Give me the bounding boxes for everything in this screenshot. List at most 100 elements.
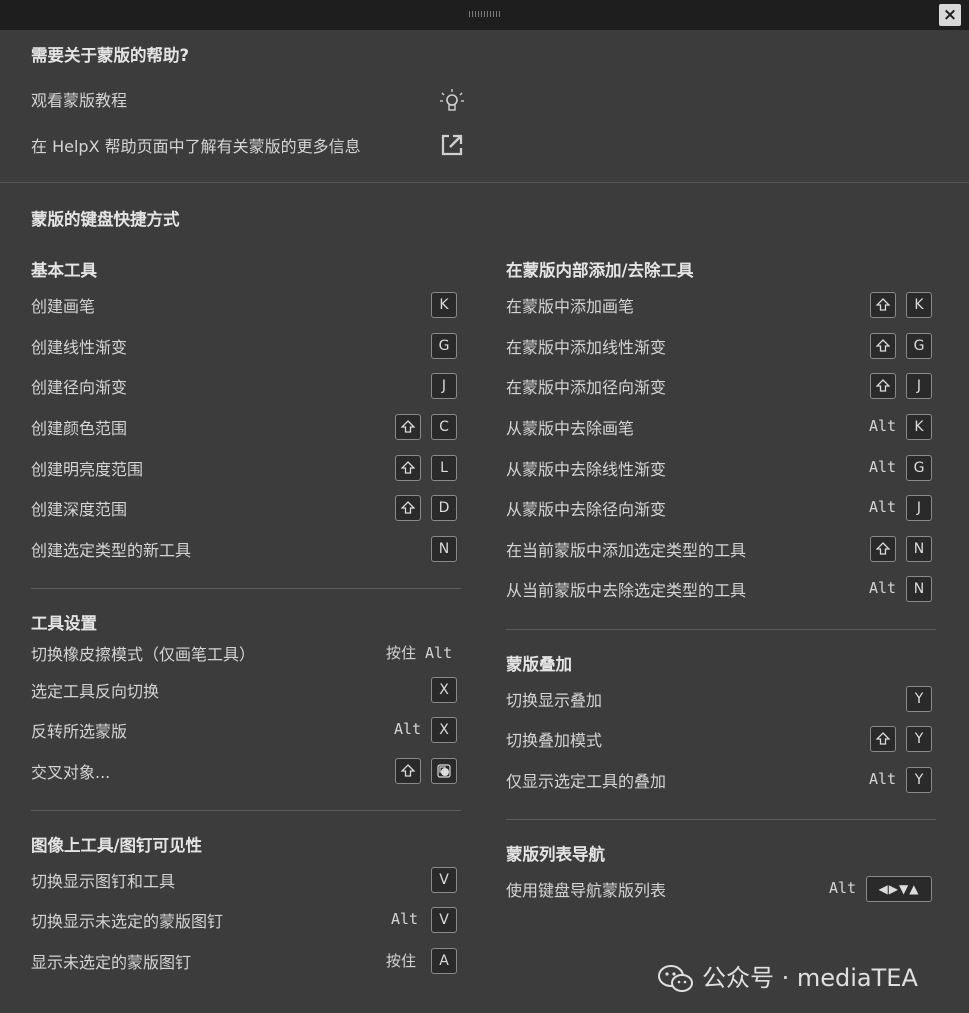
modifier-text: Alt (394, 720, 422, 738)
key-cap: N (906, 536, 932, 562)
key-cap: Y (906, 726, 932, 752)
shortcut-label: 交叉对象... (31, 763, 111, 782)
key-cap: L (431, 455, 457, 481)
shortcut-label: 切换橡皮擦模式（仅画笔工具） (31, 645, 256, 664)
section-divider (0, 182, 969, 183)
drag-grip-icon[interactable] (469, 11, 501, 17)
shift-key (395, 414, 421, 440)
shift-key (870, 333, 896, 359)
shift-icon (876, 732, 890, 745)
helpx-link[interactable]: 在 HelpX 帮助页面中了解有关蒙版的更多信息 (31, 133, 361, 157)
tutorial-link[interactable]: 观看蒙版教程 (31, 87, 127, 111)
modifier-text: Alt (869, 770, 897, 788)
shortcut-label: 创建选定类型的新工具 (31, 541, 192, 560)
arrow-keys: ◀▶▼▲ (866, 876, 932, 902)
key-cap: J (906, 495, 932, 521)
watermark: 公众号 · mediaTEA (658, 958, 918, 994)
shift-icon (401, 501, 415, 514)
key-cap: V (431, 867, 457, 893)
shortcuts-title: 蒙版的键盘快捷方式 (31, 210, 180, 229)
key-cap: C (431, 414, 457, 440)
shortcut-label: 在蒙版中添加画笔 (506, 297, 635, 316)
watermark-text: 公众号 · mediaTEA (702, 964, 918, 992)
shift-icon (401, 461, 415, 474)
shortcut-label: 切换显示叠加 (506, 691, 603, 710)
shift-icon (876, 298, 890, 311)
shortcut-label: 切换叠加模式 (506, 731, 603, 750)
key-cap: Y (906, 767, 932, 793)
shortcut-label: 创建径向渐变 (31, 378, 128, 397)
key-cap: X (431, 717, 457, 743)
key-cap: K (906, 292, 932, 318)
key-cap: Y (906, 686, 932, 712)
help-title: 需要关于蒙版的帮助? (31, 46, 190, 65)
shortcut-label: 从蒙版中去除画笔 (506, 419, 635, 438)
shortcut-label: 切换显示未选定的蒙版图钉 (31, 912, 224, 931)
key-cap: G (906, 333, 932, 359)
shift-icon (876, 339, 890, 352)
shortcut-label: 从蒙版中去除径向渐变 (506, 500, 667, 519)
wechat-icon (658, 965, 693, 992)
shortcut-label: 仅显示选定工具的叠加 (506, 772, 667, 791)
modifier-text: Alt (829, 879, 857, 897)
shift-icon (401, 764, 415, 777)
shift-key (395, 455, 421, 481)
masking-help-panel (2, 30, 967, 1011)
shortcut-label: 创建深度范围 (31, 500, 128, 519)
shift-key (870, 373, 896, 399)
key-cap: J (906, 373, 932, 399)
basic-tools-title: 基本工具 (31, 261, 97, 280)
modifier-text: Alt (869, 498, 897, 516)
key-cap: X (431, 677, 457, 703)
shift-key (870, 726, 896, 752)
shift-icon (876, 542, 890, 555)
key-cap: G (906, 455, 932, 481)
shortcut-label: 创建明亮度范围 (31, 460, 144, 479)
divider (31, 810, 461, 811)
shortcut-label: 创建线性渐变 (31, 338, 128, 357)
shift-key (870, 536, 896, 562)
shortcut-label: 在蒙版中添加线性渐变 (506, 338, 667, 357)
modifier-text: Alt (391, 910, 419, 928)
key-cap: G (431, 333, 457, 359)
shortcut-label: 在蒙版中添加径向渐变 (506, 378, 667, 397)
key-cap: D (431, 495, 457, 521)
on-image-title: 图像上工具/图钉可见性 (31, 836, 203, 855)
shortcut-label: 选定工具反向切换 (31, 682, 160, 701)
key-cap: K (906, 414, 932, 440)
key-cap: J (431, 373, 457, 399)
shortcut-label: 在当前蒙版中添加选定类型的工具 (506, 541, 747, 560)
divider (31, 588, 461, 589)
shortcut-label: 切换显示图钉和工具 (31, 872, 176, 891)
shortcut-label: 显示未选定的蒙版图钉 (31, 953, 192, 972)
close-button[interactable]: × (939, 4, 961, 26)
intersect-icon (437, 764, 451, 778)
tool-settings-title: 工具设置 (31, 614, 97, 633)
title-bar[interactable]: × (0, 0, 969, 30)
overlay-title: 蒙版叠加 (506, 655, 572, 674)
shift-key (395, 495, 421, 521)
modifier-text: 按住 Alt (386, 644, 453, 662)
shortcut-label: 从当前蒙版中去除选定类型的工具 (506, 581, 747, 600)
nav-title: 蒙版列表导航 (506, 845, 605, 864)
key-cap: A (431, 948, 457, 974)
shortcut-label: 创建颜色范围 (31, 419, 128, 438)
key-cap: N (906, 576, 932, 602)
lightbulb-icon[interactable] (438, 88, 466, 116)
key-cap: K (431, 292, 457, 318)
modifier-text: Alt (869, 458, 897, 476)
key-cap: N (431, 536, 457, 562)
intersect-key (431, 758, 457, 784)
divider (506, 629, 936, 630)
shortcut-label: 从蒙版中去除线性渐变 (506, 460, 667, 479)
external-link-icon[interactable] (440, 133, 464, 157)
modifier-text: 按住 (386, 952, 417, 970)
key-cap: V (431, 907, 457, 933)
shortcut-label: 使用键盘导航蒙版列表 (506, 881, 667, 900)
shift-icon (401, 420, 415, 433)
shortcut-label: 创建画笔 (31, 297, 96, 316)
shift-key (395, 758, 421, 784)
modifier-text: Alt (869, 417, 897, 435)
shift-key (870, 292, 896, 318)
divider (506, 819, 936, 820)
